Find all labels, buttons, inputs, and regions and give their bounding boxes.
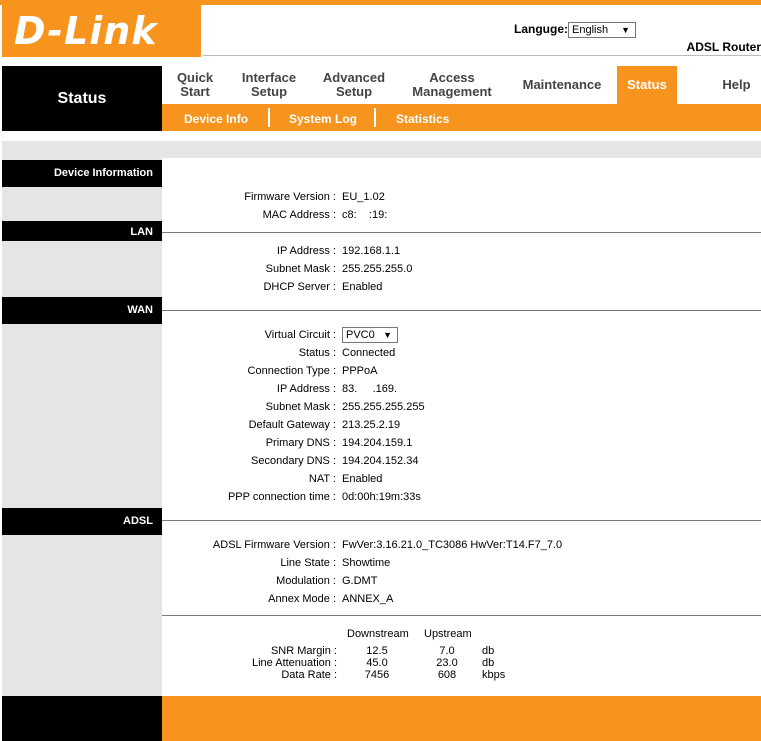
tab-access-management[interactable]: Access Management bbox=[404, 66, 500, 104]
stat-snr-unit: db bbox=[482, 645, 495, 657]
row-connection-type: Connection Type : PPPoA bbox=[247, 365, 378, 377]
row-modulation: Modulation : G.DMT bbox=[276, 575, 378, 587]
row-mac-address: MAC Address : c8: :19: bbox=[262, 209, 388, 221]
chevron-down-icon: ▼ bbox=[621, 25, 630, 35]
side-title-box: Status bbox=[2, 66, 162, 131]
language-value: English bbox=[572, 24, 609, 36]
row-lan-ip: IP Address : 192.168.1.1 bbox=[276, 245, 401, 257]
row-lan-dhcp: DHCP Server : Enabled bbox=[263, 281, 383, 293]
footer-left bbox=[2, 696, 162, 741]
model-name: ADSL Router bbox=[686, 40, 761, 54]
row-adsl-firmware: ADSL Firmware Version : FwVer:3.16.21.0_… bbox=[212, 539, 563, 551]
language-select[interactable]: English ▼ bbox=[568, 22, 636, 38]
row-virtual-circuit: Virtual Circuit : PVC0 ▼ bbox=[162, 326, 761, 344]
tab-status[interactable]: Status bbox=[617, 66, 677, 104]
section-device-info-title: Device Information bbox=[2, 160, 162, 187]
row-default-gateway: Default Gateway : 213.25.2.19 bbox=[248, 419, 401, 431]
logo-text: D-Link bbox=[14, 9, 158, 53]
row-annex-mode: Annex Mode : ANNEX_A bbox=[268, 593, 394, 605]
section-adsl-title: ADSL bbox=[2, 508, 162, 535]
header-divider bbox=[203, 55, 761, 56]
side-title: Status bbox=[57, 90, 107, 107]
stat-atten-label: Line Attenuation : bbox=[251, 657, 337, 669]
stat-atten-up: 23.0 bbox=[436, 657, 458, 669]
stat-snr-up: 7.0 bbox=[439, 645, 455, 657]
stat-atten-unit: db bbox=[482, 657, 495, 669]
subtab-system-log[interactable]: System Log bbox=[289, 112, 357, 126]
tab-help[interactable]: Help bbox=[712, 66, 761, 104]
row-wan-status: Status : Connected bbox=[298, 347, 396, 359]
section-lan-title: LAN bbox=[2, 221, 162, 241]
subnav-separator bbox=[268, 108, 270, 127]
chevron-down-icon: ▼ bbox=[383, 330, 392, 341]
stats-divider bbox=[162, 615, 761, 616]
col-downstream: Downstream bbox=[347, 628, 409, 640]
subnav-separator bbox=[374, 108, 376, 127]
tab-advanced-setup[interactable]: Advanced Setup bbox=[314, 66, 394, 104]
dlink-logo: D-Link bbox=[2, 5, 201, 57]
stat-rate-unit: kbps bbox=[482, 669, 506, 681]
row-wan-subnet: Subnet Mask : 255.255.255.255 bbox=[265, 401, 425, 413]
row-primary-dns: Primary DNS : 194.204.159.1 bbox=[265, 437, 413, 449]
main-nav: Quick Start Interface Setup Advanced Set… bbox=[162, 66, 761, 104]
row-wan-ip: IP Address : 83. .169. bbox=[276, 383, 398, 395]
stat-atten-down: 45.0 bbox=[366, 657, 388, 669]
gray-band bbox=[2, 141, 761, 158]
section-wan-title: WAN bbox=[2, 297, 162, 324]
row-firmware-version: Firmware Version : EU_1.02 bbox=[244, 191, 385, 203]
stat-snr-down: 12.5 bbox=[366, 645, 388, 657]
stat-rate-down: 7456 bbox=[364, 669, 390, 681]
section-adsl-divider bbox=[162, 520, 761, 521]
section-lan-divider bbox=[162, 232, 761, 233]
subtab-device-info[interactable]: Device Info bbox=[184, 112, 248, 126]
tab-quick-start[interactable]: Quick Start bbox=[162, 66, 228, 104]
row-line-state: Line State : Showtime bbox=[280, 557, 391, 569]
section-wan-divider bbox=[162, 310, 761, 311]
sub-nav: Device Info System Log Statistics bbox=[162, 104, 761, 131]
row-lan-subnet: Subnet Mask : 255.255.255.0 bbox=[265, 263, 413, 275]
row-secondary-dns: Secondary DNS : 194.204.152.34 bbox=[251, 455, 419, 467]
stat-rate-label: Data Rate : bbox=[281, 669, 337, 681]
tab-interface-setup[interactable]: Interface Setup bbox=[234, 66, 304, 104]
stat-snr-label: SNR Margin : bbox=[270, 645, 337, 657]
virtual-circuit-select[interactable]: PVC0 ▼ bbox=[342, 327, 398, 344]
col-upstream: Upstream bbox=[424, 628, 472, 640]
row-nat: NAT : Enabled bbox=[308, 473, 383, 485]
stat-rate-up: 608 bbox=[437, 669, 457, 681]
language-label: Languge: bbox=[514, 22, 568, 36]
subtab-statistics[interactable]: Statistics bbox=[396, 112, 449, 126]
tab-maintenance[interactable]: Maintenance bbox=[512, 66, 612, 104]
footer-right bbox=[162, 696, 761, 741]
row-ppp-time: PPP connection time : 0d:00h:19m:33s bbox=[227, 491, 421, 503]
